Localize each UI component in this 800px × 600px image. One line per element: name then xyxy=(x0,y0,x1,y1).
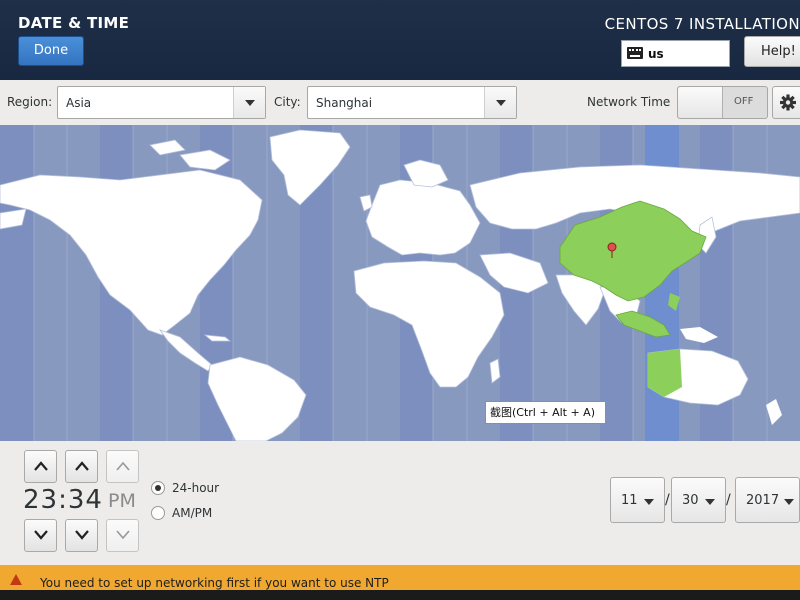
chevron-down-icon xyxy=(705,499,715,505)
location-toolbar: Region: Asia City: Shanghai Network Time… xyxy=(0,80,800,125)
gear-icon xyxy=(780,94,796,111)
day-value: 30 xyxy=(682,493,699,508)
city-combo[interactable]: Shanghai xyxy=(307,86,517,119)
selected-zone-land-australia xyxy=(648,349,682,397)
chevron-down-icon xyxy=(34,530,48,540)
hours-down-button[interactable] xyxy=(24,519,57,552)
header: DATE & TIME Done CENTOS 7 INSTALLATION u… xyxy=(0,0,800,80)
network-time-label: Network Time xyxy=(587,95,671,109)
month-combo[interactable]: 11 xyxy=(610,477,665,523)
month-value: 11 xyxy=(621,493,638,508)
ampm-value: PM xyxy=(108,490,136,512)
keyboard-layout-label: us xyxy=(648,47,664,61)
switch-knob[interactable] xyxy=(678,87,723,118)
format-ampm-label: AM/PM xyxy=(172,506,213,520)
product-title: CENTOS 7 INSTALLATION xyxy=(604,15,800,33)
screenshot-tooltip: 截图(Ctrl + Alt + A) xyxy=(485,401,606,424)
switch-state: OFF xyxy=(734,96,754,107)
chevron-down-icon xyxy=(784,499,794,505)
format-24-hour-label: 24-hour xyxy=(172,481,220,495)
chevron-down-icon xyxy=(75,530,89,540)
chevron-down-icon[interactable] xyxy=(484,87,516,118)
radio-ampm[interactable] xyxy=(151,506,165,520)
ampm-up-button[interactable] xyxy=(106,450,139,483)
help-button[interactable]: Help! xyxy=(744,36,800,67)
minutes-up-button[interactable] xyxy=(65,450,98,483)
hours-value: 23 xyxy=(23,485,59,515)
minutes-down-button[interactable] xyxy=(65,519,98,552)
chevron-up-icon xyxy=(34,461,48,471)
network-time-switch[interactable]: OFF xyxy=(677,86,768,119)
keyboard-icon xyxy=(627,47,643,59)
warning-text: You need to set up networking first if y… xyxy=(40,576,389,590)
region-label: Region: xyxy=(7,95,53,109)
ampm-down-button[interactable] xyxy=(106,519,139,552)
city-label: City: xyxy=(274,95,301,109)
new-zealand-land xyxy=(766,399,782,425)
day-combo[interactable]: 30 xyxy=(671,477,726,523)
chevron-up-icon xyxy=(75,461,89,471)
chevron-down-icon xyxy=(116,530,130,540)
minutes-value: 34 xyxy=(67,485,103,515)
warning-icon xyxy=(10,574,22,585)
year-combo[interactable]: 2017 xyxy=(735,477,800,523)
page-title: DATE & TIME xyxy=(18,14,130,32)
timezone-map[interactable] xyxy=(0,125,800,441)
chevron-down-icon xyxy=(644,499,654,505)
radio-24-hour[interactable] xyxy=(151,481,165,495)
keyboard-layout-indicator[interactable]: us xyxy=(621,40,730,67)
year-value: 2017 xyxy=(746,493,780,508)
done-button[interactable]: Done xyxy=(18,36,84,66)
ntp-settings-button[interactable] xyxy=(772,86,800,119)
region-value: Asia xyxy=(66,96,92,110)
chevron-up-icon xyxy=(116,461,130,471)
time-display: 23:34 xyxy=(23,485,103,515)
city-value: Shanghai xyxy=(316,96,373,110)
taskbar xyxy=(0,590,800,600)
time-date-panel: 23:34 PM 24-hour AM/PM 11 / 30 / 2017 xyxy=(0,441,800,565)
hours-up-button[interactable] xyxy=(24,450,57,483)
date-separator: / xyxy=(665,492,670,508)
chevron-down-icon[interactable] xyxy=(233,87,265,118)
time-separator: : xyxy=(58,485,68,515)
region-combo[interactable]: Asia xyxy=(57,86,266,119)
date-separator: / xyxy=(726,492,731,508)
